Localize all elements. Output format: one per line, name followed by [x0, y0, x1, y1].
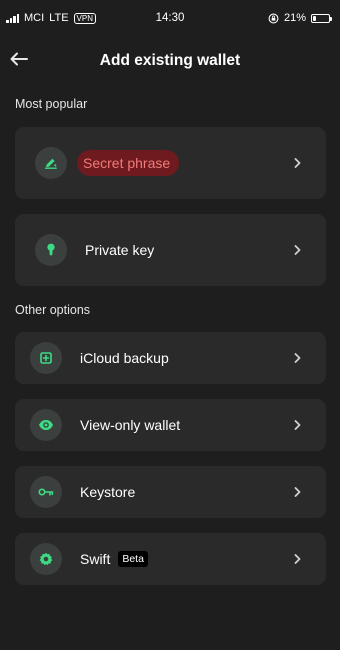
- section-title-other-options: Other options: [15, 303, 91, 317]
- swift-badge-icon: [30, 543, 62, 575]
- beta-badge: Beta: [118, 551, 148, 567]
- option-label-swift: Swift: [80, 551, 111, 567]
- status-left: MCI LTE VPN: [6, 12, 96, 24]
- chevron-right-icon: [292, 353, 302, 363]
- chevron-right-icon: [292, 420, 302, 430]
- option-label-icloud-backup: iCloud backup: [80, 350, 169, 366]
- option-swift[interactable]: Swift Beta: [15, 533, 326, 585]
- screen: MCI LTE VPN 14:30 21% Add existing walle…: [0, 0, 340, 650]
- key-icon: [30, 476, 62, 508]
- option-label-view-only-wallet: View-only wallet: [80, 417, 181, 433]
- vpn-badge: VPN: [73, 12, 96, 24]
- chevron-right-icon: [292, 158, 302, 168]
- section-title-most-popular: Most popular: [15, 97, 88, 111]
- keyhole-icon: [35, 234, 67, 266]
- option-label-private-key: Private key: [85, 242, 155, 258]
- status-right: 21%: [268, 12, 332, 24]
- status-bar: MCI LTE VPN 14:30 21%: [0, 0, 340, 36]
- eye-icon: [30, 409, 62, 441]
- page-title: Add existing wallet: [99, 52, 241, 69]
- option-icloud-backup[interactable]: iCloud backup: [15, 332, 326, 384]
- option-keystore[interactable]: Keystore: [15, 466, 326, 518]
- pen-sparkle-icon: [35, 147, 67, 179]
- signal-icon: [6, 13, 19, 23]
- battery-icon: [311, 13, 332, 23]
- chevron-right-icon: [292, 487, 302, 497]
- option-label-secret-phrase: Secret phrase: [77, 150, 180, 176]
- orientation-lock-icon: [268, 13, 279, 23]
- option-private-key[interactable]: Private key: [15, 214, 326, 286]
- cloud-backup-icon: [30, 342, 62, 374]
- carrier-label: MCI: [24, 12, 45, 24]
- network-label: LTE: [49, 12, 69, 24]
- chevron-right-icon: [292, 245, 302, 255]
- option-secret-phrase[interactable]: Secret phrase: [15, 127, 326, 199]
- header: Add existing wallet: [0, 44, 340, 78]
- battery-percent: 21%: [283, 12, 306, 24]
- chevron-right-icon: [292, 554, 302, 564]
- battery-fill: [313, 15, 317, 21]
- option-view-only-wallet[interactable]: View-only wallet: [15, 399, 326, 451]
- option-label-keystore: Keystore: [80, 484, 136, 500]
